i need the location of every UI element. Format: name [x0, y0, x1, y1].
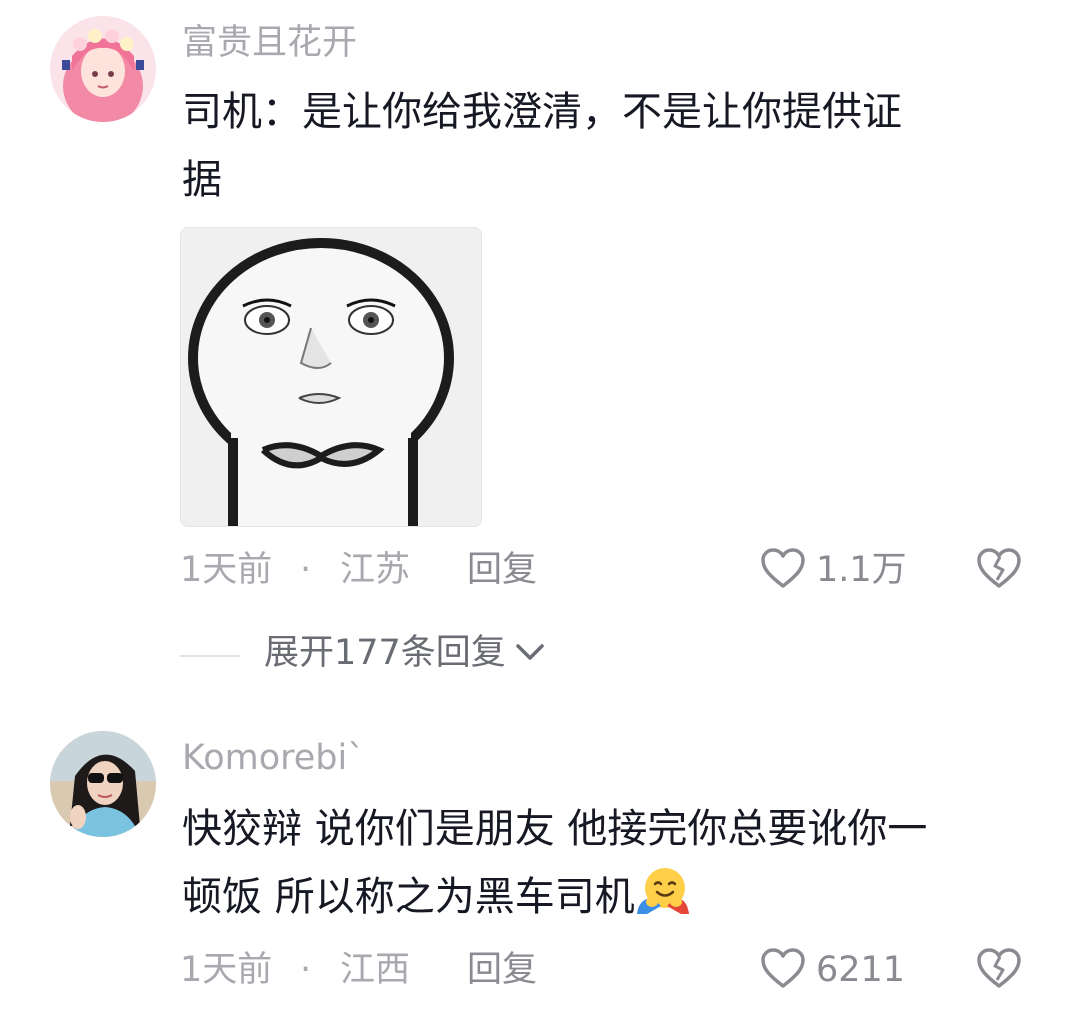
- expand-replies-label: 展开177条回复: [264, 633, 506, 673]
- avatar[interactable]: [50, 16, 156, 122]
- like-button[interactable]: 1.1万: [760, 546, 907, 594]
- reply-button[interactable]: 回复: [467, 553, 537, 588]
- hugging-face-emoji: [635, 866, 691, 937]
- comment-location: 江西: [340, 950, 411, 990]
- comment-time: 1天前: [180, 950, 273, 990]
- comment-text: 司机：是让你给我澄清，不是让你提供证 据: [182, 78, 1042, 214]
- comment-text-line: 顿饭 所以称之为黑车司机: [182, 874, 635, 920]
- comment-text-line: 司机：是让你给我澄清，不是让你提供证: [182, 89, 902, 135]
- chevron-down-icon: [514, 641, 546, 667]
- like-count: 6211: [816, 949, 906, 990]
- comment-text: 快狡辩 说你们是朋友 他接完你总要讹你一 顿饭 所以称之为黑车司机: [182, 795, 1042, 937]
- heart-outline-icon: [760, 547, 806, 593]
- meta-separator: ·: [300, 550, 312, 590]
- reply-button[interactable]: 回复: [467, 953, 537, 988]
- dislike-button[interactable]: [975, 546, 1023, 594]
- like-count: 1.1万: [816, 549, 907, 590]
- comment-time: 1天前: [180, 550, 273, 590]
- dislike-button[interactable]: [975, 946, 1023, 994]
- meta-separator: ·: [300, 950, 312, 990]
- comment-sticker-image[interactable]: [180, 227, 482, 527]
- broken-heart-icon: [975, 548, 1023, 594]
- comment-text-line: 快狡辩 说你们是朋友 他接完你总要讹你一: [182, 806, 928, 852]
- heart-outline-icon: [760, 947, 806, 993]
- divider-line: [180, 655, 240, 657]
- comment-location: 江苏: [340, 550, 411, 590]
- comment-username[interactable]: 富贵且花开: [182, 26, 357, 61]
- comment-username[interactable]: Komorebi`: [182, 741, 365, 776]
- comment-text-line: 据: [182, 157, 222, 203]
- like-button[interactable]: 6211: [760, 946, 905, 994]
- broken-heart-icon: [975, 948, 1023, 994]
- expand-replies-button[interactable]: 展开177条回复: [264, 636, 546, 671]
- avatar[interactable]: [50, 731, 156, 837]
